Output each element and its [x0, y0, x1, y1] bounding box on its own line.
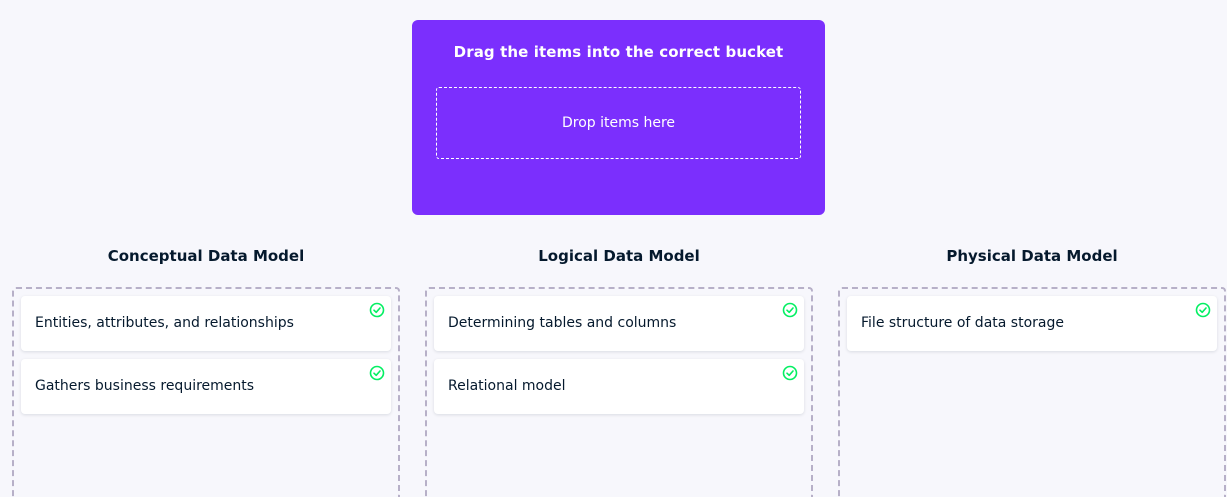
bucket-physical: Physical Data Model File structure of da…	[838, 244, 1226, 497]
check-circle-icon	[369, 365, 385, 381]
bucket-logical: Logical Data Model Determining tables an…	[425, 244, 813, 497]
bucket-title: Logical Data Model	[538, 247, 700, 265]
check-circle-icon	[782, 365, 798, 381]
bucket-drop-area[interactable]: Determining tables and columns Relationa…	[425, 287, 813, 497]
draggable-item[interactable]: Gathers business requirements	[21, 359, 391, 414]
bucket-conceptual: Conceptual Data Model Entities, attribut…	[12, 244, 400, 497]
source-drop-zone[interactable]: Drop items here	[436, 87, 801, 159]
check-circle-icon	[782, 302, 798, 318]
bucket-drop-area[interactable]: Entities, attributes, and relationships …	[12, 287, 400, 497]
bucket-title: Conceptual Data Model	[107, 247, 305, 265]
draggable-item[interactable]: Determining tables and columns	[434, 296, 804, 351]
draggable-item[interactable]: Entities, attributes, and relationships	[21, 296, 391, 351]
check-circle-icon	[1195, 302, 1211, 318]
item-label: Determining tables and columns	[448, 315, 677, 331]
instruction-title: Drag the items into the correct bucket	[453, 43, 784, 61]
item-label: Entities, attributes, and relationships	[35, 315, 294, 331]
source-panel: Drag the items into the correct bucket D…	[412, 20, 825, 215]
check-circle-icon	[369, 302, 385, 318]
drop-zone-label: Drop items here	[561, 115, 676, 131]
draggable-item[interactable]: File structure of data storage	[847, 296, 1217, 351]
item-label: Gathers business requirements	[35, 378, 255, 394]
bucket-drop-area[interactable]: File structure of data storage	[838, 287, 1226, 497]
item-label: File structure of data storage	[861, 315, 1064, 331]
item-label: Relational model	[448, 378, 566, 394]
draggable-item[interactable]: Relational model	[434, 359, 804, 414]
bucket-title: Physical Data Model	[946, 247, 1118, 265]
